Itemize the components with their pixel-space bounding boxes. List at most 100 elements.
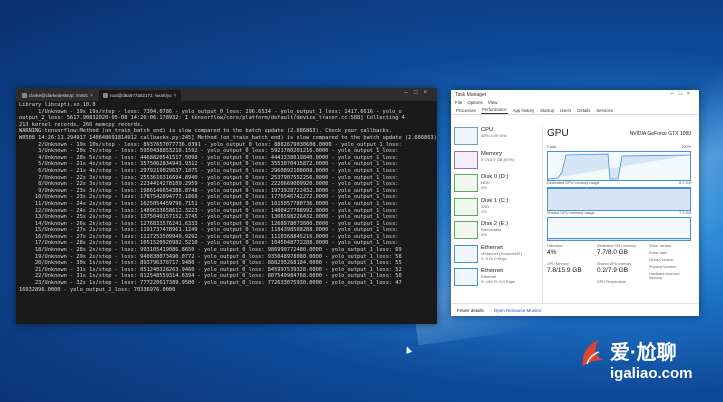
graph3-label: Shared GPU memory usage — [547, 211, 595, 215]
sidebar-item-detail: 0% — [481, 232, 487, 237]
window-controls[interactable]: –□× — [405, 90, 433, 96]
sidebar-item-detail: 0% — [481, 185, 487, 190]
tab-details[interactable]: Details — [576, 108, 591, 114]
sidebar-item-detail: S: 0 R: 0 Kbps — [481, 255, 507, 261]
menu-view[interactable]: View — [488, 100, 498, 105]
sidebar-item-text: CPU 58% 3.59 GHz — [481, 127, 507, 147]
window-title: Task Manager — [455, 91, 487, 98]
utilization-value: 4% — [547, 249, 557, 256]
terminal-line: 14/Unknown - 26s 2s/step - loss: 1276833… — [19, 220, 399, 227]
directx-version-label: DirectX version: — [649, 258, 675, 262]
sidebar-item-detail: 9.7/15.9 GB (61%) — [481, 156, 515, 162]
graph1-label: Cuda — [547, 145, 557, 149]
tab-services[interactable]: Services — [595, 108, 613, 114]
sidebar-item-text: Ethernet vEthernet (DockerNAT) S: 0 R: 0 K… — [481, 245, 522, 265]
gpu-panel: GPU NVIDIA GeForce GTX 1080 Cuda 100% De… — [545, 125, 697, 303]
sidebar-item-text: Memory 9.7/15.9 GB (61%) — [481, 151, 514, 171]
terminal-line: 15/Unknown - 27s 2s/step - loss: 1191737… — [19, 227, 399, 234]
shared-memory-label: Shared GPU memory — [597, 262, 632, 266]
terminal-line: Library libcupti.so.10.0 — [19, 102, 96, 108]
menu-options[interactable]: Options — [467, 100, 483, 105]
terminal-tab-2[interactable]: root@d6a977a02171: /work/yo × — [99, 90, 181, 101]
hardware-reserved-label: Hardware reserved memory: — [649, 272, 680, 280]
tab-performance[interactable]: Performance — [481, 107, 508, 114]
window-controls[interactable]: –□× — [670, 91, 695, 97]
sidebar-item-text: Ethernet Ethernet S: 16K R: 8.0 Kbps — [481, 268, 515, 288]
sidebar-item-detail: S: 16K R: 8.0 Kbps — [481, 279, 516, 284]
dedicated-memory-graph — [547, 187, 691, 211]
open-resource-monitor-link[interactable]: Open Resource Monitor — [494, 308, 542, 313]
tux-icon — [22, 93, 27, 98]
terminal-line: 16/Unknown - 27s 2s/step - loss: 1117253… — [19, 233, 399, 240]
tab-startup[interactable]: Startup — [539, 108, 555, 114]
terminal-line: W0508 14:26:11.294917 140648691814912 ca… — [19, 134, 437, 141]
sidebar-mini-graph — [454, 127, 478, 145]
sidebar-item-memory[interactable]: Memory 9.7/15.9 GB (61%) — [451, 149, 542, 173]
terminal-line: 3/Unknown - 20s 7s/step - loss: 59504388… — [19, 148, 399, 155]
terminal-line: 23/Unknown - 32s 1s/step - loss: 7772206… — [19, 280, 402, 287]
dedicated-memory-value: 7.7/8.0 GB — [597, 249, 629, 256]
cuda-graph-line — [547, 153, 691, 180]
sidebar-mini-graph — [454, 244, 478, 263]
performance-sidebar: CPU 58% 3.59 GHz Memory 9.7/15.9 GB (61%) Di… — [451, 125, 543, 303]
graph2-label: Dedicated GPU memory usage — [547, 181, 600, 185]
terminal-output[interactable]: Library libcupti.so.10.0 1/Unknown - 19s… — [16, 101, 437, 325]
sidebar-item-disk-0-d[interactable]: Disk 0 (D:) HDD 0% — [451, 172, 542, 196]
graph1-max: 100% — [681, 145, 691, 149]
dedicated-memory-label: Dedicated GPU memory — [597, 244, 636, 248]
utilization-label: Utilization — [547, 244, 563, 248]
shared-memory-value: 0.2/7.9 GB — [597, 267, 629, 274]
terminal-tab-bar: clarke@clarkedesktop: /mnt/c × root@d6a9… — [16, 88, 437, 101]
terminal-line: 4/Unknown - 20s 5s/step - loss: 44688205… — [19, 154, 399, 161]
terminal-line: 18/Unknown - 28s 2s/step - loss: 9931054… — [19, 247, 402, 254]
menu-file[interactable]: File — [455, 100, 462, 105]
tab-users[interactable]: Users — [559, 108, 572, 114]
watermark: 爱·尬聊 igaliao.com — [575, 332, 715, 392]
sidebar-item-disk-1-c[interactable]: Disk 1 (C:) SSD 2% — [451, 196, 542, 220]
tab-processes[interactable]: Processes — [455, 108, 477, 114]
mouse-cursor-icon — [403, 345, 413, 354]
terminal-tab-label: root@d6a977a02171: /work/yo — [110, 93, 172, 98]
physical-location-label: Physical location: — [649, 265, 677, 269]
sidebar-item-disk-2-e[interactable]: Disk 2 (E:) Removable 0% — [451, 219, 542, 243]
shared-memory-fill — [548, 237, 690, 240]
terminal-line: 10/Unknown - 23s 2s/step - loss: 1787542… — [19, 194, 399, 201]
title-bar: Task Manager –□× — [451, 90, 699, 99]
close-icon[interactable]: × — [174, 93, 177, 99]
gpu-model: NVIDIA GeForce GTX 1080 — [629, 131, 691, 137]
terminal-line: 13/Unknown - 25s 2s/step - loss: 1375049… — [19, 214, 399, 221]
terminal-line: 5/Unknown - 21s 4s/step - loss: 35750628… — [19, 161, 399, 168]
terminal-window[interactable]: clarke@clarkedesktop: /mnt/c × root@d6a9… — [16, 88, 437, 324]
terminal-line: 9/Unknown - 23s 3s/step - loss: 19861466… — [19, 187, 399, 194]
terminal-line: 2/Unknown - 19s 10s/step - loss: 8937657… — [19, 141, 402, 148]
sidebar-item-ethernet[interactable]: Ethernet Ethernet S: 16K R: 8.0 Kbps — [451, 266, 542, 290]
shared-memory-graph — [547, 217, 691, 241]
terminal-line: 7/Unknown - 22s 3s/step - loss: 25536163… — [19, 174, 399, 181]
watermark-url: igaliao.com — [610, 365, 693, 382]
sidebar-mini-graph — [454, 150, 478, 169]
terminal-line: 1/Unknown - 19s 19s/step - loss: 7304.07… — [19, 108, 402, 115]
sidebar-item-detail: 58% 3.59 GHz — [481, 133, 508, 138]
sidebar-item-cpu[interactable]: CPU 58% 3.59 GHz — [451, 125, 542, 149]
terminal-line: 16932896.0000 - yolo_output_2_loss: 7033… — [19, 286, 176, 293]
close-icon[interactable]: × — [90, 93, 93, 99]
sidebar-item-label: Disk 1 (C:) — [481, 197, 509, 204]
sidebar-mini-graph — [454, 197, 478, 216]
sidebar-mini-graph — [454, 174, 478, 192]
fewer-details-link[interactable]: Fewer details — [457, 308, 484, 313]
terminal-tab-1[interactable]: clarke@clarkedesktop: /mnt/c × — [18, 90, 97, 101]
sidebar-mini-graph — [454, 221, 478, 239]
cuda-graph — [547, 151, 691, 181]
sidebar-item-text: Disk 1 (C:) SSD 2% — [481, 198, 508, 218]
sidebar-item-detail: 2% — [481, 208, 487, 214]
sidebar-item-text: Disk 2 (E:) Removable 0% — [481, 221, 508, 241]
terminal-line: output_2_loss: 5617.90832020-05-08 14:26… — [19, 115, 405, 122]
footer: Fewer details Open Resource Monitor — [451, 303, 699, 316]
menu-bar: File Options View — [451, 99, 699, 106]
tab-app-history[interactable]: App history — [512, 108, 536, 114]
terminal-line: 20/Unknown - 30s 1s/step - loss: 8937963… — [19, 260, 402, 267]
sidebar-item-ethernet[interactable]: Ethernet vEthernet (DockerNAT) S: 0 R: 0 K… — [451, 243, 542, 267]
driver-version-label: Driver version: — [649, 244, 673, 248]
task-manager-window[interactable]: Task Manager –□× File Options View Proce… — [451, 90, 699, 316]
watermark-title: 爱·尬聊 — [610, 342, 677, 364]
